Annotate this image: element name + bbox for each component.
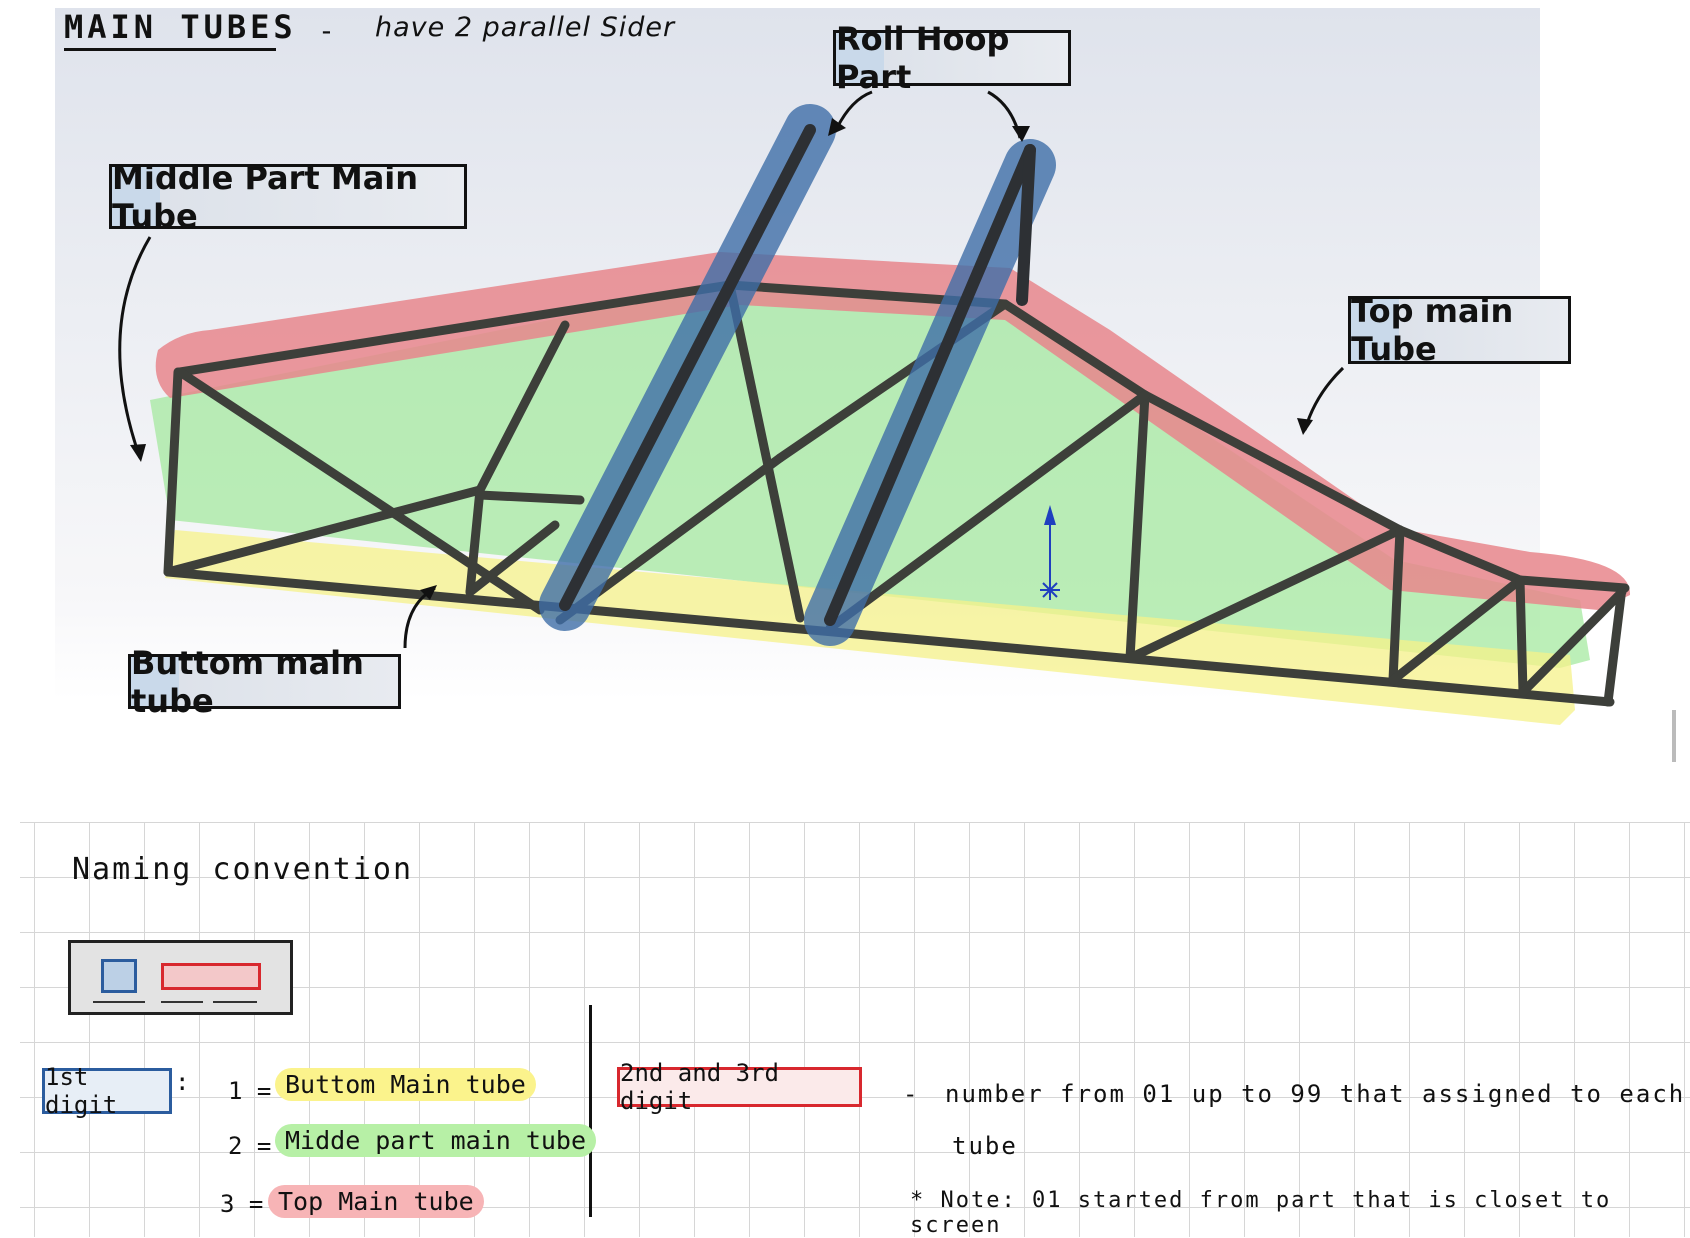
naming-legend-box — [68, 940, 293, 1015]
label-roll-hoop-part: Roll Hoop Part — [833, 20, 1071, 96]
item-3-text: Top Main tube — [268, 1185, 484, 1218]
legend-underline-2 — [161, 1001, 203, 1003]
label-top-main-tube: Top main Tube — [1348, 292, 1571, 368]
arrow-middle-part — [118, 236, 152, 459]
legend-second-third-digit-box — [161, 963, 261, 990]
naming-heading: Naming convention — [72, 852, 414, 887]
item-3-label: Top Main tube — [268, 1185, 484, 1218]
item-1-number: 1 = — [228, 1077, 272, 1105]
legend-underline-3 — [213, 1001, 257, 1003]
section-divider — [589, 1005, 592, 1217]
item-1-text: Buttom Main tube — [275, 1068, 536, 1101]
first-digit-colon: : — [175, 1068, 190, 1096]
item-2-label: Midde part main tube — [275, 1124, 597, 1157]
item-2-number: 2 = — [228, 1132, 272, 1160]
scroll-indicator — [1672, 710, 1676, 762]
desc-line-2: tube — [952, 1132, 1018, 1160]
item-3-number: 3 = — [220, 1190, 264, 1218]
legend-first-digit-box — [101, 959, 137, 993]
desc-line-1: number from 01 up to 99 that assigned to… — [945, 1080, 1686, 1108]
web-5 — [475, 490, 585, 505]
desc-dash: - — [903, 1080, 920, 1108]
item-2-text: Midde part main tube — [275, 1124, 597, 1157]
legend-underline-1 — [93, 1001, 145, 1003]
second-third-digit-label: 2nd and 3rd digit — [617, 1059, 862, 1115]
note-line: * Note: 01 started from part that is clo… — [910, 1188, 1612, 1238]
web-15 — [1515, 575, 1528, 697]
item-1-label: Buttom Main tube — [275, 1068, 536, 1101]
label-bottom-main-tube: Buttom main tube — [128, 644, 401, 720]
label-middle-part-main-tube: Middle Part Main Tube — [109, 159, 467, 235]
first-digit-label: 1st digit — [42, 1063, 172, 1119]
